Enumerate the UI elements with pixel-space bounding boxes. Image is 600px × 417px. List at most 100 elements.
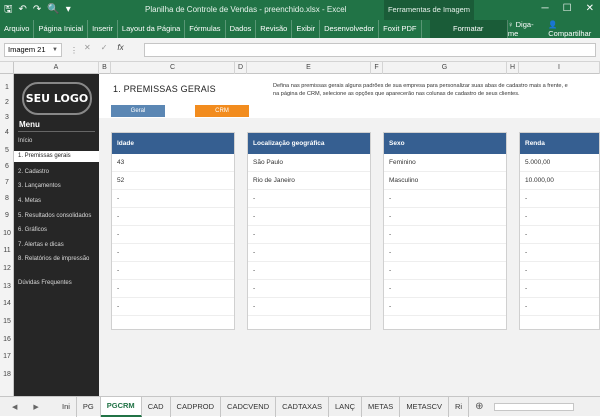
table-cell[interactable]: - bbox=[112, 190, 234, 208]
column-header-g[interactable]: G bbox=[383, 62, 507, 74]
row-header-11[interactable]: 11 bbox=[0, 247, 14, 254]
sheet-tab-metascv[interactable]: METASCV bbox=[400, 396, 450, 417]
table-cell[interactable]: - bbox=[112, 298, 234, 316]
sheet-tab-cad[interactable]: CAD bbox=[142, 396, 171, 417]
row-header-14[interactable]: 14 bbox=[0, 300, 14, 307]
table-cell[interactable]: - bbox=[384, 280, 506, 298]
table-cell[interactable]: - bbox=[384, 262, 506, 280]
maximize-icon[interactable]: ☐ bbox=[563, 3, 572, 14]
select-all-corner[interactable] bbox=[0, 62, 14, 74]
add-sheet-icon[interactable]: ⊕ bbox=[475, 401, 483, 412]
customize-qat-icon[interactable]: ▾ bbox=[66, 3, 71, 17]
row-header-5[interactable]: 5 bbox=[0, 147, 14, 154]
table-cell[interactable]: Feminino bbox=[384, 154, 506, 172]
tab-inserir[interactable]: Inserir bbox=[88, 20, 118, 38]
tab-arquivo[interactable]: Arquivo bbox=[0, 20, 35, 38]
tab-dados[interactable]: Dados bbox=[226, 20, 257, 38]
tab-layout[interactable]: Layout da Página bbox=[118, 20, 186, 38]
formula-input[interactable] bbox=[144, 43, 596, 57]
column-header-d[interactable]: D bbox=[235, 62, 247, 74]
tab-formulas[interactable]: Fórmulas bbox=[185, 20, 226, 38]
tab-desenvolvedor[interactable]: Desenvolvedor bbox=[320, 20, 380, 38]
table-cell[interactable]: - bbox=[248, 262, 370, 280]
sidebar-item-graficos[interactable]: 6. Gráficos bbox=[18, 227, 47, 233]
tab-formatar[interactable]: Formatar bbox=[429, 20, 508, 38]
column-header-i[interactable]: I bbox=[519, 62, 600, 74]
table-cell[interactable]: - bbox=[520, 298, 599, 316]
save-icon[interactable]: 🖫 bbox=[4, 3, 13, 17]
table-cell[interactable]: - bbox=[520, 208, 599, 226]
crm-button[interactable]: CRM bbox=[195, 105, 249, 117]
row-header-7[interactable]: 7 bbox=[0, 179, 14, 186]
minimize-icon[interactable]: ─ bbox=[542, 3, 549, 14]
table-cell[interactable]: 10.000,00 bbox=[520, 172, 599, 190]
sidebar-item-relatorios[interactable]: 8. Relatórios de impressão bbox=[18, 256, 89, 262]
table-cell[interactable]: São Paulo bbox=[248, 154, 370, 172]
tab-revisao[interactable]: Revisão bbox=[256, 20, 293, 38]
row-header-6[interactable]: 6 bbox=[0, 163, 14, 170]
table-cell[interactable]: - bbox=[112, 226, 234, 244]
table-cell[interactable]: - bbox=[520, 244, 599, 262]
tab-pagina-inicial[interactable]: Página Inicial bbox=[34, 20, 89, 38]
table-cell[interactable]: - bbox=[520, 280, 599, 298]
table-cell[interactable]: - bbox=[384, 298, 506, 316]
prev-sheet-icon[interactable]: ◀ bbox=[12, 403, 17, 411]
next-sheet-icon[interactable]: ▶ bbox=[33, 403, 38, 411]
geral-button[interactable]: Geral bbox=[111, 105, 165, 117]
sheet-tab-cadtaxas[interactable]: CADTAXAS bbox=[276, 396, 330, 417]
table-cell[interactable]: - bbox=[520, 262, 599, 280]
tab-foxit-pdf[interactable]: Foxit PDF bbox=[379, 20, 422, 38]
row-header-1[interactable]: 1 bbox=[0, 84, 14, 91]
chevron-down-icon[interactable]: ▼ bbox=[52, 44, 58, 56]
print-preview-icon[interactable]: 🔍 bbox=[47, 3, 59, 17]
sidebar-item-alertas[interactable]: 7. Alertas e dicas bbox=[18, 242, 64, 248]
row-header-18[interactable]: 18 bbox=[0, 371, 14, 378]
sheet-tab-cadprod[interactable]: CADPROD bbox=[171, 396, 222, 417]
table-cell[interactable]: - bbox=[112, 244, 234, 262]
table-cell[interactable]: - bbox=[248, 208, 370, 226]
table-cell[interactable]: 43 bbox=[112, 154, 234, 172]
table-cell[interactable]: - bbox=[112, 280, 234, 298]
column-header-c[interactable]: C bbox=[111, 62, 235, 74]
table-cell[interactable]: - bbox=[384, 244, 506, 262]
sidebar-item-resultados[interactable]: 5. Resultados consolidados bbox=[18, 213, 91, 219]
row-header-2[interactable]: 2 bbox=[0, 99, 14, 106]
redo-icon[interactable]: ↷ bbox=[33, 3, 41, 17]
row-header-10[interactable]: 10 bbox=[0, 230, 14, 237]
row-header-17[interactable]: 17 bbox=[0, 353, 14, 360]
row-header-13[interactable]: 13 bbox=[0, 283, 14, 290]
sidebar-item-duvidas[interactable]: Dúvidas Frequentes bbox=[18, 280, 72, 286]
sheet-tab-cadcvend[interactable]: CADCVEND bbox=[221, 396, 277, 417]
table-cell[interactable]: Rio de Janeiro bbox=[248, 172, 370, 190]
row-header-9[interactable]: 9 bbox=[0, 212, 14, 219]
tab-exibir[interactable]: Exibir bbox=[292, 20, 321, 38]
insert-function-icon[interactable]: fx bbox=[117, 43, 123, 52]
table-cell[interactable]: - bbox=[248, 244, 370, 262]
close-icon[interactable]: ✕ bbox=[586, 3, 594, 14]
table-cell[interactable]: - bbox=[520, 190, 599, 208]
tell-me-button[interactable]: ♀ Diga-me bbox=[508, 20, 538, 38]
sheet-tab-pg[interactable]: PG bbox=[77, 396, 101, 417]
table-cell[interactable]: - bbox=[248, 298, 370, 316]
row-header-15[interactable]: 15 bbox=[0, 318, 14, 325]
enter-icon[interactable]: ✓ bbox=[101, 43, 108, 52]
share-button[interactable]: 👤 Compartilhar bbox=[548, 20, 594, 38]
column-header-a[interactable]: A bbox=[14, 62, 99, 74]
table-cell[interactable]: - bbox=[384, 190, 506, 208]
table-cell[interactable]: - bbox=[248, 280, 370, 298]
table-cell[interactable]: - bbox=[384, 208, 506, 226]
sheet-tab-ini[interactable]: Ini bbox=[56, 396, 77, 417]
sheet-tab-ri[interactable]: Ri bbox=[449, 396, 470, 417]
row-header-12[interactable]: 12 bbox=[0, 265, 14, 272]
table-cell[interactable]: 5.000,00 bbox=[520, 154, 599, 172]
sidebar-item-cadastro[interactable]: 2. Cadastro bbox=[18, 169, 49, 175]
column-header-b[interactable]: B bbox=[99, 62, 111, 74]
sidebar-item-metas[interactable]: 4. Metas bbox=[18, 198, 41, 204]
column-header-f[interactable]: F bbox=[371, 62, 383, 74]
name-box[interactable]: Imagem 21 ▼ bbox=[4, 43, 62, 57]
row-header-4[interactable]: 4 bbox=[0, 129, 14, 136]
row-header-16[interactable]: 16 bbox=[0, 336, 14, 343]
sheet-tab-metas[interactable]: METAS bbox=[362, 396, 401, 417]
table-cell[interactable]: - bbox=[112, 208, 234, 226]
sidebar-item-premissas-gerais[interactable]: 1. Premissas gerais bbox=[14, 151, 99, 162]
